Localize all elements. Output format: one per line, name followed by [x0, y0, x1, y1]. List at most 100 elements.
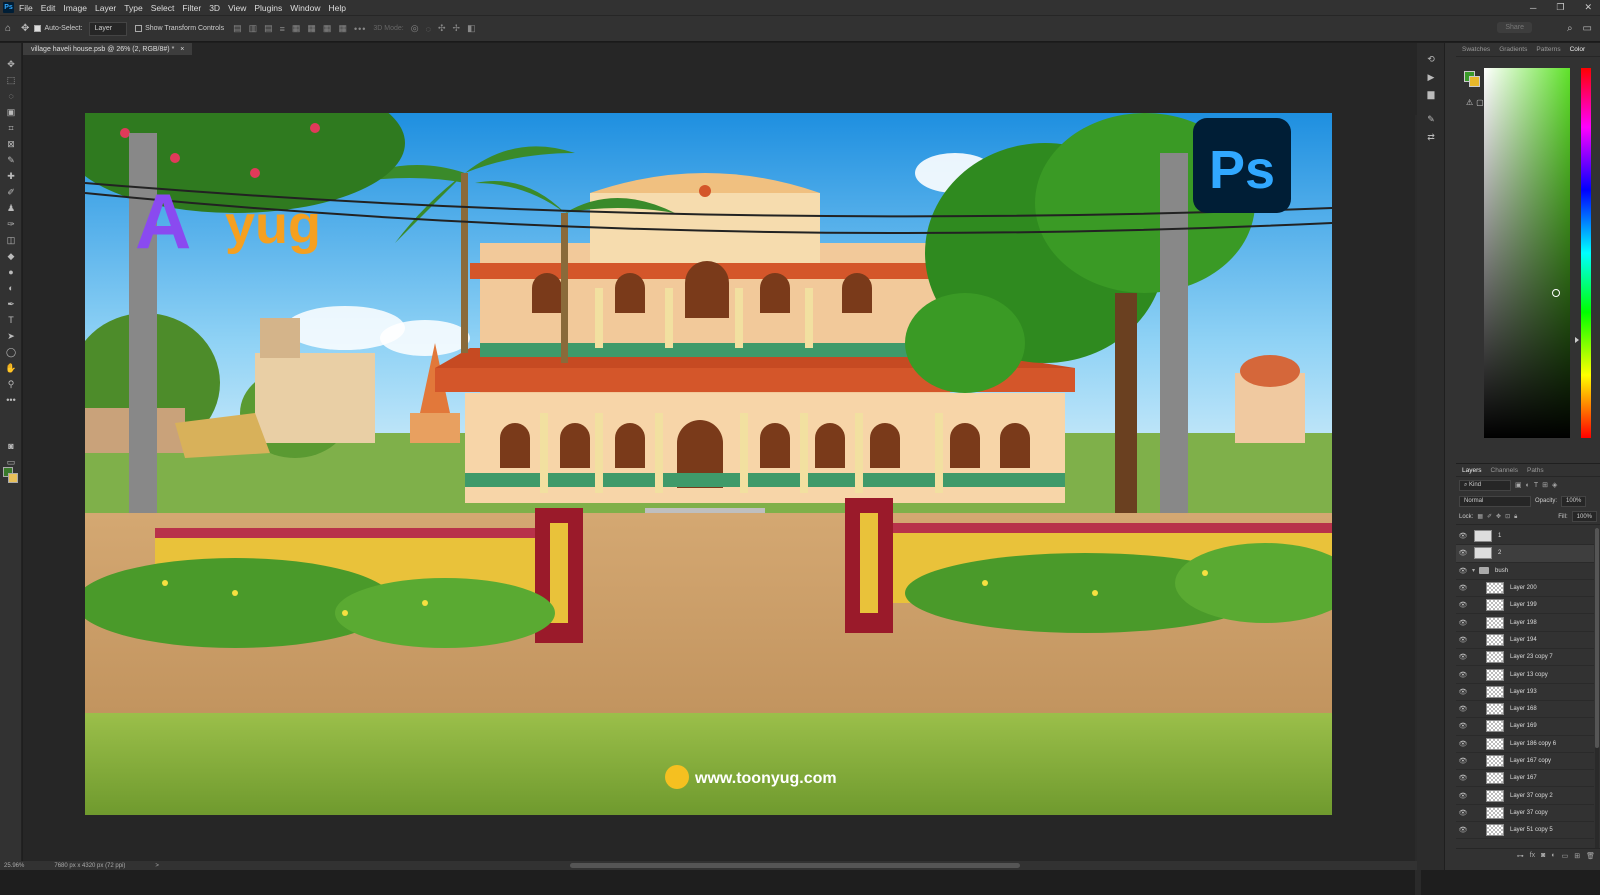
- align-right-icon[interactable]: ▤: [264, 23, 274, 34]
- visibility-eye-icon[interactable]: 👁︎: [1456, 567, 1470, 575]
- visibility-eye-icon[interactable]: 👁︎: [1456, 653, 1470, 661]
- group-expand-icon[interactable]: ▾: [1472, 567, 1475, 574]
- blend-mode-dropdown[interactable]: Normal: [1459, 495, 1531, 507]
- tab-patterns[interactable]: Patterns: [1536, 46, 1560, 53]
- layer-row[interactable]: 👁︎ Layer 200: [1456, 580, 1594, 598]
- workspace-icon[interactable]: ▭: [1583, 23, 1592, 34]
- blur-icon[interactable]: ●: [4, 265, 18, 279]
- menu-edit[interactable]: Edit: [41, 3, 56, 13]
- layer-row[interactable]: 👁︎ Layer 198: [1456, 614, 1594, 632]
- more-options-icon[interactable]: •••: [354, 24, 366, 34]
- menu-file[interactable]: File: [19, 3, 33, 13]
- object-select-icon[interactable]: ▣: [4, 105, 18, 119]
- fg-bg-color-swatches[interactable]: [1464, 71, 1480, 87]
- visibility-eye-icon[interactable]: 👁︎: [1456, 774, 1470, 782]
- layer-row[interactable]: 👁︎ 1: [1456, 528, 1594, 546]
- zoom-level[interactable]: 25.96%: [4, 863, 24, 869]
- healing-brush-icon[interactable]: ✚: [4, 169, 18, 183]
- share-button[interactable]: Share: [1497, 22, 1532, 33]
- hand-icon[interactable]: ✋: [4, 361, 18, 375]
- menu-image[interactable]: Image: [63, 3, 87, 13]
- distribute-icon[interactable]: ≡: [280, 24, 286, 34]
- ellipse-icon[interactable]: ◯: [4, 345, 18, 359]
- type-icon[interactable]: T: [4, 313, 18, 327]
- 3d-scale-icon[interactable]: ◧: [467, 23, 477, 34]
- menu-filter[interactable]: Filter: [182, 3, 201, 13]
- layer-row[interactable]: 👁︎ Layer 51 copy 5: [1456, 822, 1594, 840]
- layer-row[interactable]: 👁︎ Layer 167 copy: [1456, 753, 1594, 771]
- menu-help[interactable]: Help: [328, 3, 345, 13]
- visibility-eye-icon[interactable]: 👁︎: [1456, 584, 1470, 592]
- document-tab-close-icon[interactable]: ×: [180, 46, 184, 53]
- menu-plugins[interactable]: Plugins: [254, 3, 282, 13]
- visibility-eye-icon[interactable]: 👁︎: [1456, 688, 1470, 696]
- adjustment-layer-icon[interactable]: ◐: [1551, 852, 1555, 859]
- menu-3d[interactable]: 3D: [209, 3, 220, 13]
- visibility-eye-icon[interactable]: 👁︎: [1456, 826, 1470, 834]
- layer-row[interactable]: 👁︎ Layer 194: [1456, 632, 1594, 650]
- layer-style-icon[interactable]: fx: [1530, 852, 1535, 859]
- visibility-eye-icon[interactable]: 👁︎: [1456, 532, 1470, 540]
- dodge-icon[interactable]: ◐: [4, 281, 18, 295]
- layer-group-row[interactable]: 👁︎ ▾ bush: [1456, 563, 1594, 580]
- canvas-horizontal-scrollbar[interactable]: [570, 863, 1020, 868]
- menu-type[interactable]: Type: [124, 3, 142, 13]
- layer-row[interactable]: 👁︎ Layer 169: [1456, 718, 1594, 736]
- marquee-icon[interactable]: ⬚: [4, 73, 18, 87]
- tab-paths[interactable]: Paths: [1527, 467, 1544, 474]
- layer-row-selected[interactable]: 👁︎ 2: [1456, 545, 1594, 563]
- path-select-icon[interactable]: ➤: [4, 329, 18, 343]
- screen-mode-icon[interactable]: ▭: [4, 455, 18, 469]
- visibility-eye-icon[interactable]: 👁︎: [1456, 757, 1470, 765]
- layer-row[interactable]: 👁︎ Layer 186 copy 6: [1456, 736, 1594, 753]
- status-arrow-icon[interactable]: >: [155, 863, 159, 869]
- actions-play-icon[interactable]: ▶: [1425, 71, 1437, 83]
- layer-filter-icons[interactable]: ▣◐T⊞◈: [1515, 481, 1561, 489]
- layer-row[interactable]: 👁︎ Layer 193: [1456, 684, 1594, 701]
- restore-icon[interactable]: ❐: [1556, 2, 1564, 13]
- visibility-eye-icon[interactable]: 👁︎: [1456, 792, 1470, 800]
- layer-row[interactable]: 👁︎ Layer 168: [1456, 701, 1594, 719]
- layers-scrollbar[interactable]: [1595, 528, 1599, 848]
- crop-icon[interactable]: ⌗: [4, 121, 18, 135]
- show-transform-checkbox[interactable]: Show Transform Controls: [135, 25, 224, 32]
- auto-select-dropdown[interactable]: Layer: [88, 21, 128, 36]
- brush-icon[interactable]: ✐: [4, 185, 18, 199]
- artwork-canvas[interactable]: A yug Ps www.toonyug.com: [85, 113, 1332, 815]
- document-tab[interactable]: village haveli house.psb @ 26% (2, RGB/8…: [23, 43, 193, 55]
- adjustments-icon[interactable]: ⇄: [1425, 131, 1437, 143]
- menu-window[interactable]: Window: [290, 3, 320, 13]
- brush-settings-icon[interactable]: ✎: [1425, 113, 1437, 125]
- visibility-eye-icon[interactable]: 👁︎: [1456, 671, 1470, 679]
- layer-row[interactable]: 👁︎ Layer 23 copy 7: [1456, 649, 1594, 667]
- search-icon[interactable]: ⌕: [1567, 23, 1573, 34]
- web-safe-icon[interactable]: ▢: [1476, 98, 1484, 107]
- visibility-eye-icon[interactable]: 👁︎: [1456, 740, 1470, 748]
- layer-row[interactable]: 👁︎ Layer 167: [1456, 770, 1594, 788]
- 3d-slide-icon[interactable]: ✢: [453, 23, 462, 34]
- gamut-warning-icon[interactable]: ⚠: [1466, 98, 1473, 107]
- layer-row[interactable]: 👁︎ Layer 37 copy 2: [1456, 787, 1594, 805]
- visibility-eye-icon[interactable]: 👁︎: [1456, 636, 1470, 644]
- lock-icons[interactable]: ▦✐✥⊡🔒︎: [1477, 513, 1521, 521]
- menu-layer[interactable]: Layer: [95, 3, 116, 13]
- tab-color[interactable]: Color: [1570, 46, 1586, 53]
- move-icon[interactable]: ✥: [4, 57, 18, 71]
- zoom-icon[interactable]: ⚲: [4, 377, 18, 391]
- auto-select-checkbox[interactable]: Auto-Select:: [34, 25, 83, 32]
- visibility-eye-icon[interactable]: 👁︎: [1456, 549, 1470, 557]
- clone-stamp-icon[interactable]: ♟: [4, 201, 18, 215]
- distribute-vertical-icon[interactable]: ▦: [338, 23, 348, 34]
- align-center-icon[interactable]: ▥: [249, 23, 259, 34]
- visibility-eye-icon[interactable]: 👁︎: [1456, 619, 1470, 627]
- frame-icon[interactable]: ⊠: [4, 137, 18, 151]
- visibility-eye-icon[interactable]: 👁︎: [1456, 809, 1470, 817]
- visibility-eye-icon[interactable]: 👁︎: [1456, 601, 1470, 609]
- hue-slider[interactable]: [1581, 68, 1591, 438]
- move-tool-icon[interactable]: ✥: [21, 23, 29, 34]
- tab-gradients[interactable]: Gradients: [1499, 46, 1527, 53]
- align-middle-icon[interactable]: ▦: [307, 23, 317, 34]
- link-layers-icon[interactable]: ⊶: [1517, 852, 1524, 860]
- quick-mask-icon[interactable]: ◙: [4, 439, 18, 453]
- tab-channels[interactable]: Channels: [1491, 467, 1518, 474]
